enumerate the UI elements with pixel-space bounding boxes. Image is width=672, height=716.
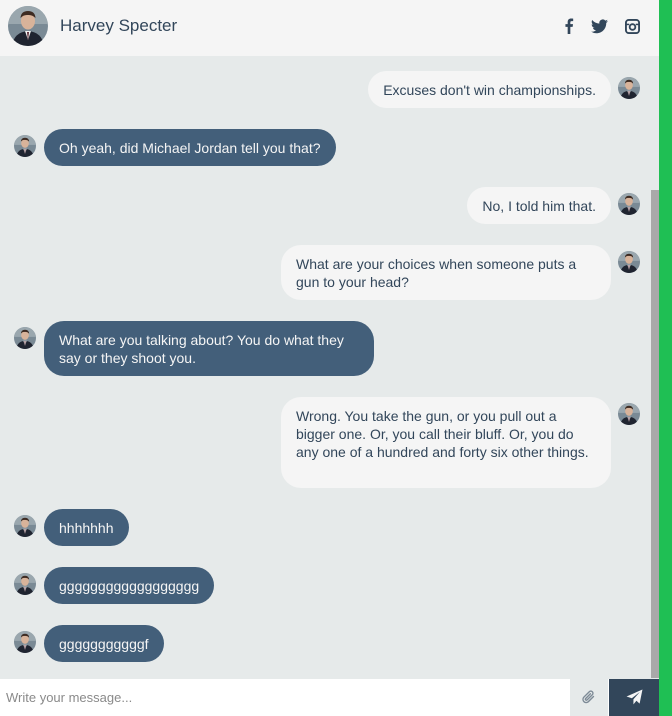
paperclip-icon [582, 690, 595, 704]
attachment-button[interactable] [570, 679, 608, 716]
contact-header: Harvey Specter [0, 0, 659, 56]
message-bubble-sent: gggggggggggf [44, 625, 164, 662]
avatar [14, 573, 36, 595]
message-bubble-sent: Oh yeah, did Michael Jordan tell you tha… [44, 129, 336, 166]
messages-panel[interactable]: Excuses don't win championships. Oh yeah… [0, 56, 659, 679]
paper-plane-icon [626, 689, 642, 705]
message-bubble-reply: Wrong. You take the gun, or you pull out… [281, 397, 611, 488]
message-bubble-sent: gggggggggggggggggg [44, 567, 215, 604]
avatar [618, 77, 640, 99]
message-bubble-reply: No, I told him that. [467, 187, 611, 224]
contact-name: Harvey Specter [60, 16, 178, 35]
avatar [14, 631, 36, 653]
message-bubble-reply: What are your choices when someone puts … [281, 245, 611, 300]
avatar [618, 251, 640, 273]
message-bubble-reply: Excuses don't win championships. [368, 71, 611, 108]
message-compose-bar [0, 679, 659, 716]
avatar [14, 135, 36, 157]
send-button[interactable] [609, 679, 659, 716]
avatar [14, 327, 36, 349]
messages-scrollbar[interactable] [651, 190, 659, 678]
message-input[interactable] [0, 679, 568, 716]
twitter-icon[interactable] [588, 15, 610, 37]
avatar [618, 193, 640, 215]
message-bubble-sent: hhhhhhh [44, 509, 129, 546]
instagram-icon[interactable] [621, 15, 643, 37]
contact-avatar[interactable] [8, 6, 48, 46]
message-bubble-sent: What are you talking about? You do what … [44, 321, 374, 376]
facebook-icon[interactable] [558, 15, 580, 37]
accent-strip [659, 0, 672, 716]
avatar [14, 515, 36, 537]
avatar [618, 403, 640, 425]
